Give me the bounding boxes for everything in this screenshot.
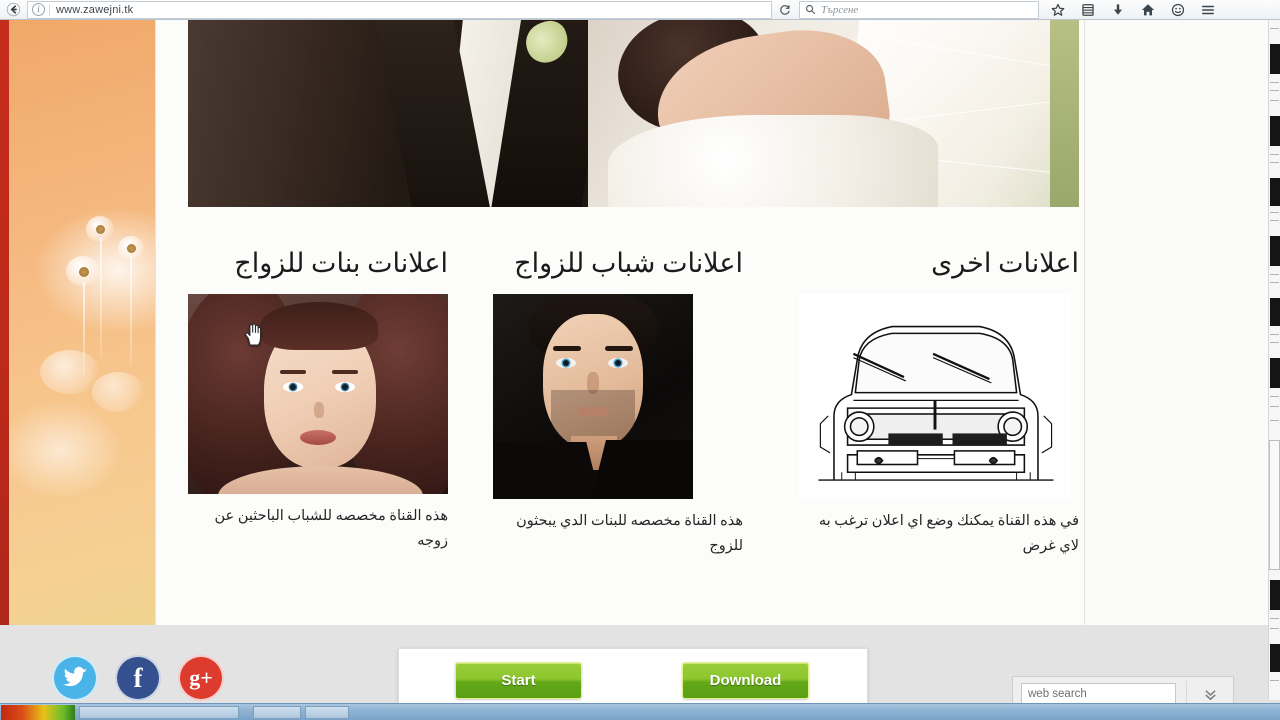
star-glyph (1051, 3, 1065, 16)
background-flower-core (79, 267, 89, 277)
reload-icon[interactable] (772, 1, 798, 19)
car-line-drawing[interactable] (799, 294, 1071, 499)
section-women-ads: اعلانات بنات للزواج هذه القناة مخصصه للش… (188, 248, 448, 555)
section-heading-other: اعلانات اخرى (931, 248, 1079, 278)
facebook-f-glyph: f (133, 662, 143, 693)
man-eyebrow-right (605, 346, 633, 351)
web-search-input[interactable]: web search (1021, 683, 1176, 705)
woman-eyebrow-right (332, 370, 358, 374)
background-stem (100, 238, 102, 358)
background-flower-core (96, 225, 105, 234)
facebook-icon[interactable]: f (115, 655, 161, 701)
taskbar-window-button[interactable] (253, 705, 301, 719)
hero-wedding-image (188, 20, 1079, 207)
library-icon[interactable] (1073, 1, 1103, 19)
background-flower (40, 350, 100, 394)
pointer-hand-cursor (245, 323, 262, 346)
man-eye-right (608, 358, 628, 368)
browser-toolbar-icons (1043, 1, 1223, 19)
section-men-ads: اعلانات شباب للزواج هذه القناة مخصصه للب… (493, 248, 743, 560)
url-bar[interactable]: i www.zawejni.tk (27, 0, 772, 19)
man-eyebrow-left (553, 346, 581, 351)
search-input[interactable]: Търсене (821, 4, 858, 16)
taskbar-window-button[interactable] (79, 705, 239, 719)
taskbar-start-button[interactable] (1, 704, 75, 720)
woman-fringe (260, 302, 378, 350)
woman-nose (314, 402, 324, 418)
chevron-double-down-glyph (1204, 689, 1216, 700)
man-lips (577, 407, 609, 416)
download-button[interactable]: Download (682, 662, 809, 699)
sidebar-scroll-region[interactable] (1269, 440, 1280, 570)
man-jacket-right (588, 440, 693, 499)
reload-arrow-glyph (780, 4, 790, 15)
browser-toolbar: i www.zawejni.tk Търсене (0, 0, 1280, 20)
section-caption-men: هذه القناة مخصصه للبنات الدي يبحثون للزو… (516, 513, 743, 555)
left-red-stripe (0, 20, 9, 700)
woman-portrait-photo[interactable] (188, 294, 448, 494)
taskbar-window-button[interactable] (305, 705, 349, 719)
search-icon (805, 4, 816, 15)
os-taskbar (0, 703, 1280, 720)
google-plus-glyph: g+ (189, 665, 213, 690)
section-other-ads: اعلانات اخرى في هذه القناة يمكنك وضع اي … (799, 248, 1079, 560)
hero-background-foliage (1050, 20, 1079, 207)
woman-eye-left (283, 382, 303, 392)
back-arrow-icon (6, 2, 20, 17)
sync-account-icon[interactable] (1163, 1, 1193, 19)
woman-lips (300, 430, 336, 445)
background-right-fill (1085, 20, 1280, 700)
twitter-bird-glyph (63, 666, 87, 687)
car-front-illustration (818, 325, 1054, 481)
background-stem (130, 256, 132, 366)
library-glyph (1082, 3, 1094, 16)
browser-search-bar[interactable]: Търсене (799, 0, 1039, 19)
woman-eye-right (335, 382, 355, 392)
home-icon[interactable] (1133, 1, 1163, 19)
man-portrait-photo[interactable] (493, 294, 693, 499)
social-icons-bar: f g+ (52, 655, 224, 701)
background-flower (92, 372, 144, 412)
home-glyph (1141, 3, 1155, 15)
menu-icon[interactable] (1193, 1, 1223, 19)
chevron-double-down-icon[interactable] (1187, 687, 1233, 702)
url-text: www.zawejni.tk (56, 3, 134, 16)
google-plus-icon[interactable]: g+ (178, 655, 224, 701)
woman-eyebrow-left (280, 370, 306, 374)
background-flower-core (127, 244, 136, 253)
section-caption-women: هذه القناة مخصصه للشباب الباحثين عن زوجه (214, 508, 448, 550)
twitter-icon[interactable] (52, 655, 98, 701)
smiley-glyph (1171, 3, 1185, 16)
site-content-card: اعلانات بنات للزواج هذه القناة مخصصه للش… (155, 20, 1085, 625)
back-button[interactable] (2, 1, 24, 19)
section-heading-women: اعلانات بنات للزواج (234, 248, 448, 278)
hero-bride-dress (608, 115, 938, 207)
man-eye-left (556, 358, 576, 368)
section-caption-other: في هذه القناة يمكنك وضع اي اعلان ترغب به… (818, 513, 1079, 555)
download-arrow-glyph (1113, 3, 1123, 15)
section-heading-men: اعلانات شباب للزواج (514, 248, 743, 278)
man-jacket-left (493, 442, 604, 499)
info-icon[interactable]: i (32, 3, 45, 16)
hamburger-glyph (1202, 5, 1214, 14)
divider (49, 3, 50, 16)
start-button[interactable]: Start (455, 662, 582, 699)
video-sidebar-sliver[interactable] (1268, 20, 1280, 700)
bookmark-star-icon[interactable] (1043, 1, 1073, 19)
downloads-icon[interactable] (1103, 1, 1133, 19)
